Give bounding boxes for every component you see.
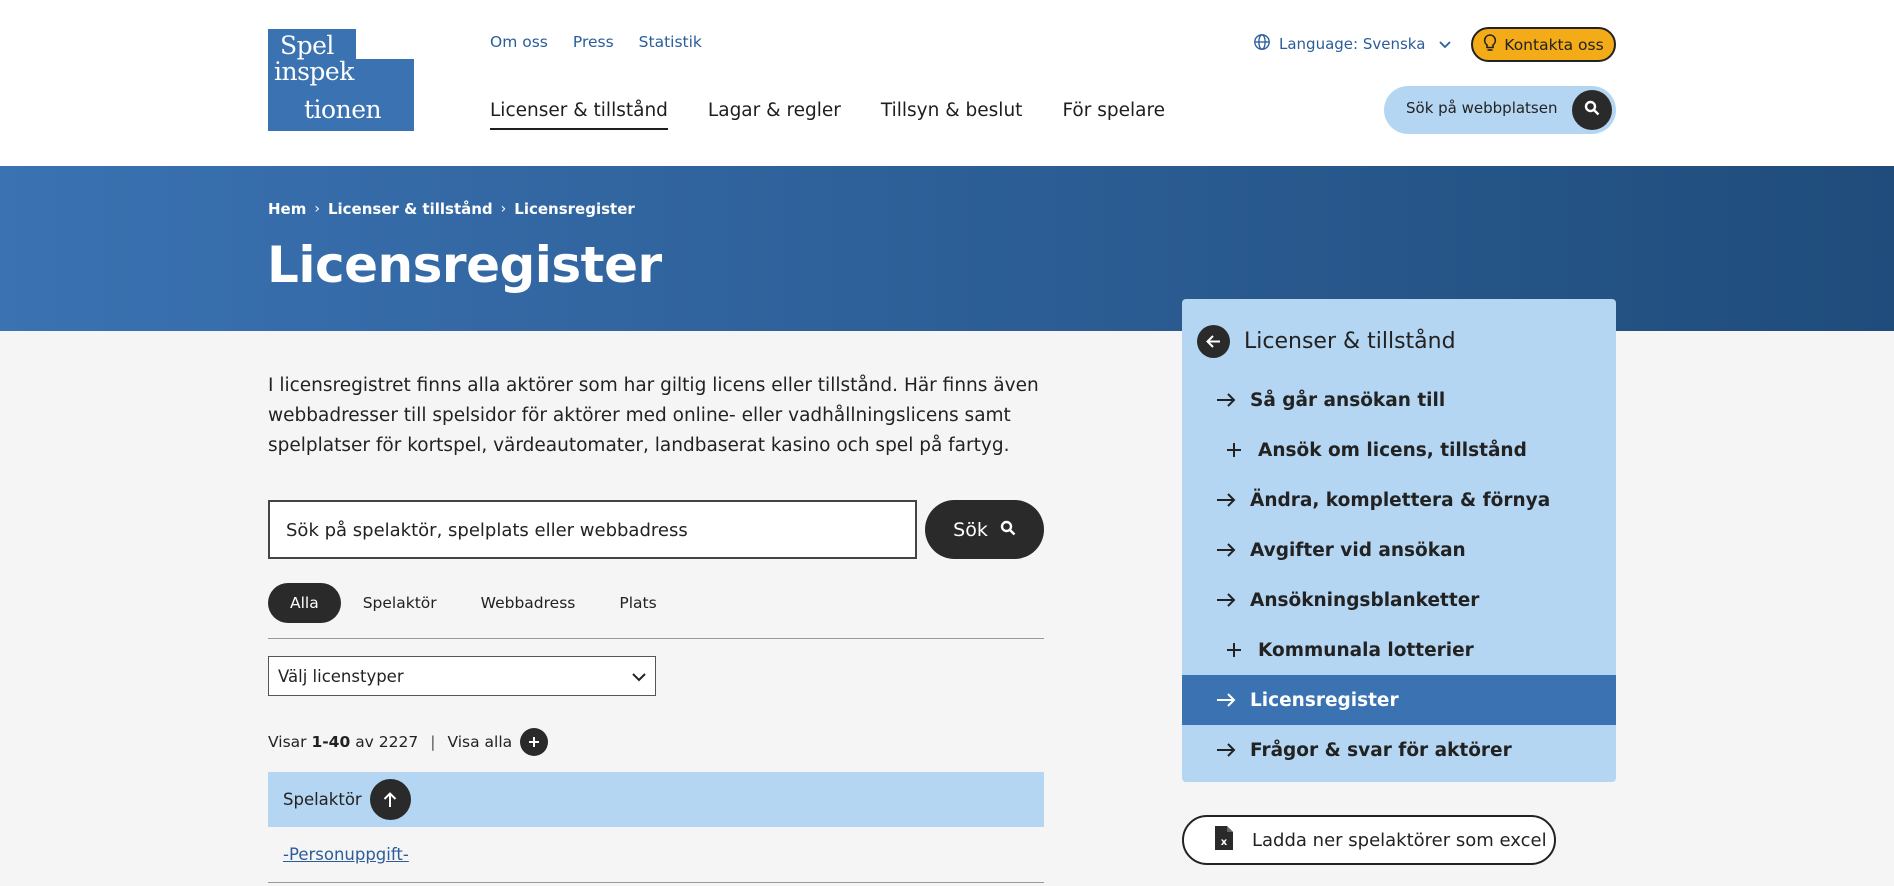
side-nav: Licenser & tillstånd Så går ansökan till… xyxy=(1182,299,1616,782)
contact-label: Kontakta oss xyxy=(1504,35,1604,54)
download-excel-label: Ladda ner spelaktörer som excel xyxy=(1252,829,1547,851)
globe-icon xyxy=(1253,33,1271,55)
result-total: 2227 xyxy=(378,733,419,751)
site-search-button[interactable] xyxy=(1572,90,1612,130)
side-nav-item-label: Ansök om licens, tillstånd xyxy=(1258,439,1527,461)
site-search-input[interactable] xyxy=(1406,99,1566,117)
result-prefix: Visar xyxy=(268,733,307,751)
divider xyxy=(268,638,1044,639)
register-search-label: Sök xyxy=(953,518,988,541)
register-search-button[interactable]: Sök xyxy=(925,500,1044,559)
side-nav-title: Licenser & tillstånd xyxy=(1244,329,1456,354)
lightbulb-icon xyxy=(1483,33,1497,56)
main-nav: Licenser & tillstånd Lagar & regler Till… xyxy=(490,100,1165,130)
excel-file-icon: x xyxy=(1214,825,1234,856)
arrow-right-icon xyxy=(1214,493,1238,507)
side-nav-item-label: Kommunala lotterier xyxy=(1258,639,1474,661)
license-type-select-value: Välj licenstyper xyxy=(278,666,404,686)
separator: | xyxy=(430,733,436,751)
show-all-label: Visa alla xyxy=(447,733,513,751)
main-nav-licenser[interactable]: Licenser & tillstånd xyxy=(490,100,668,130)
side-nav-item-fragor-svar[interactable]: Frågor & svar för aktörer xyxy=(1182,725,1616,775)
arrow-right-icon xyxy=(1214,393,1238,407)
top-links: Om oss Press Statistik xyxy=(490,33,702,51)
table-header: Spelaktör xyxy=(268,772,1044,827)
side-nav-item-ansok-om-licens[interactable]: Ansök om licens, tillstånd xyxy=(1182,425,1616,475)
breadcrumb-current: Licensregister xyxy=(514,200,635,218)
filter-tabs: Alla Spelaktör Webbadress Plats xyxy=(268,583,679,623)
arrow-right-icon xyxy=(1214,743,1238,757)
language-label: Language: Svenska xyxy=(1279,35,1426,53)
side-nav-header[interactable]: Licenser & tillstånd xyxy=(1197,325,1456,358)
main-nav-tillsyn[interactable]: Tillsyn & beslut xyxy=(881,100,1023,130)
svg-text:x: x xyxy=(1221,837,1228,848)
spelinspektionen-logo[interactable]: Spel inspek tionen xyxy=(268,29,414,131)
side-nav-item-kommunala-lotterier[interactable]: Kommunala lotterier xyxy=(1182,625,1616,675)
filter-plats[interactable]: Plats xyxy=(597,583,678,623)
arrow-right-icon xyxy=(1214,543,1238,557)
language-selector[interactable]: Language: Svenska xyxy=(1253,33,1452,55)
main-nav-for-spelare[interactable]: För spelare xyxy=(1062,100,1165,130)
side-nav-item-label: Ändra, komplettera & förnya xyxy=(1250,489,1551,511)
chevron-down-icon xyxy=(1439,35,1452,53)
site-header: Spel inspek tionen Om oss Press Statisti… xyxy=(0,0,1894,166)
logo-text-line: inspek xyxy=(274,57,354,86)
table-row-link[interactable]: -Personuppgift- xyxy=(283,845,409,864)
table-row: -Personuppgift- xyxy=(268,827,1044,883)
side-nav-item-label: Frågor & svar för aktörer xyxy=(1250,739,1512,761)
contact-button[interactable]: Kontakta oss xyxy=(1471,27,1616,62)
side-nav-item-label: Avgifter vid ansökan xyxy=(1250,539,1466,561)
arrow-right-icon xyxy=(1214,693,1238,707)
register-search xyxy=(268,500,917,559)
chevron-right-icon: › xyxy=(500,201,507,217)
arrow-left-icon xyxy=(1197,325,1230,358)
side-nav-item-ansokningsblanketter[interactable]: Ansökningsblanketter xyxy=(1182,575,1616,625)
logo-text-line: tionen xyxy=(304,95,382,124)
plus-icon xyxy=(1222,643,1246,657)
top-link-press[interactable]: Press xyxy=(573,33,614,51)
register-search-input[interactable] xyxy=(286,520,886,541)
page-title: Licensregister xyxy=(267,236,662,294)
download-excel-button[interactable]: x Ladda ner spelaktörer som excel xyxy=(1182,815,1556,865)
arrow-right-icon xyxy=(1214,593,1238,607)
logo-text-line: Spel xyxy=(280,31,334,60)
filter-alla[interactable]: Alla xyxy=(268,583,341,623)
plus-icon xyxy=(1222,443,1246,457)
side-nav-item-label: Licensregister xyxy=(1250,689,1399,711)
column-header-spelaktor: Spelaktör xyxy=(283,790,362,809)
top-link-statistik[interactable]: Statistik xyxy=(639,33,702,51)
search-icon xyxy=(1000,519,1016,541)
result-info: Visar 1-40 av 2227 | Visa alla xyxy=(268,728,549,756)
side-nav-item-licensregister[interactable]: Licensregister xyxy=(1182,675,1616,725)
result-range: 1-40 xyxy=(311,733,351,751)
side-nav-item-label: Så går ansökan till xyxy=(1250,389,1446,411)
top-link-om-oss[interactable]: Om oss xyxy=(490,33,548,51)
filter-webbadress[interactable]: Webbadress xyxy=(459,583,598,623)
breadcrumb: Hem › Licenser & tillstånd › Licensregis… xyxy=(268,200,635,218)
breadcrumb-hem[interactable]: Hem xyxy=(268,200,306,218)
side-nav-item-avgifter[interactable]: Avgifter vid ansökan xyxy=(1182,525,1616,575)
side-nav-item-sa-gar-ansokan[interactable]: Så går ansökan till xyxy=(1182,375,1616,425)
license-type-select[interactable]: Välj licenstyper xyxy=(268,656,656,696)
filter-spelaktor[interactable]: Spelaktör xyxy=(341,583,459,623)
side-nav-item-andra-komplettera[interactable]: Ändra, komplettera & förnya xyxy=(1182,475,1616,525)
chevron-down-icon xyxy=(632,667,646,686)
chevron-right-icon: › xyxy=(314,201,320,217)
side-nav-item-label: Ansökningsblanketter xyxy=(1250,589,1480,611)
sort-button[interactable] xyxy=(369,779,411,820)
intro-text: I licensregistret finns alla aktörer som… xyxy=(268,375,1039,456)
main-nav-lagar[interactable]: Lagar & regler xyxy=(708,100,841,130)
search-icon xyxy=(1584,100,1600,120)
breadcrumb-licenser[interactable]: Licenser & tillstånd xyxy=(328,200,493,218)
result-of: av xyxy=(355,733,374,751)
show-all-button[interactable] xyxy=(520,728,549,756)
